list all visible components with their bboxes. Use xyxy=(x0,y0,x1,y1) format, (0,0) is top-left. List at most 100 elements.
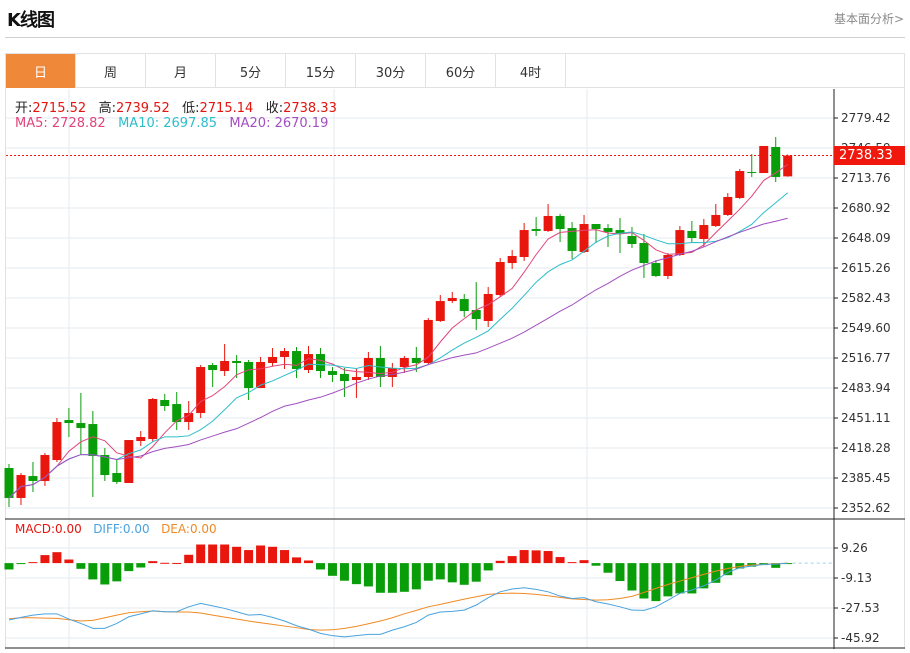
macd-bar xyxy=(124,563,134,572)
candle-up xyxy=(723,196,733,215)
ma5-value: 2728.82 xyxy=(51,116,106,131)
macd-bar xyxy=(256,545,266,564)
low-label: 低: xyxy=(182,101,200,116)
candle-up xyxy=(447,298,457,302)
candle-down xyxy=(4,467,14,498)
macd-info: MACD:0.00 DIFF:0.00 DEA:0.00 xyxy=(15,522,217,536)
high-label: 高: xyxy=(98,101,116,116)
macd-bar xyxy=(627,563,637,591)
candle-up xyxy=(351,376,361,380)
macd-bar xyxy=(136,563,146,568)
price-tick-label: 2418.28 xyxy=(841,441,891,455)
macd-label: MACD: xyxy=(15,522,56,536)
price-tick-label: 2648.09 xyxy=(841,231,891,245)
open-value: 2715.52 xyxy=(32,101,87,116)
candle-up xyxy=(124,440,134,483)
candle-down xyxy=(459,299,469,312)
candle-down xyxy=(88,424,98,457)
macd-bar xyxy=(196,544,206,564)
macd-bar xyxy=(495,560,505,564)
macd-bar xyxy=(363,563,373,587)
macd-bar xyxy=(52,552,62,564)
candle-up xyxy=(148,399,158,440)
macd-bar xyxy=(292,557,302,564)
candle-up xyxy=(507,255,517,264)
ma-info: MA5: 2728.82 MA10: 2697.85 MA20: 2670.19 xyxy=(15,116,328,131)
macd-bar xyxy=(555,557,565,564)
candle-down xyxy=(591,224,601,230)
price-tick-label: 2615.26 xyxy=(841,261,891,275)
dea-value: 0.00 xyxy=(189,522,217,536)
macd-bar xyxy=(579,560,589,564)
price-tick-label: 2516.77 xyxy=(841,351,891,365)
macd-tick-label: 9.26 xyxy=(841,541,868,555)
ma5-label: MA5: xyxy=(15,116,48,131)
candle-down xyxy=(208,365,218,371)
candle-up xyxy=(280,351,290,357)
macd-bar xyxy=(483,563,493,571)
candle-down xyxy=(747,172,757,174)
candle-up xyxy=(435,301,445,321)
dea-label: DEA: xyxy=(161,522,190,536)
candle-down xyxy=(28,476,38,481)
macd-bar xyxy=(567,562,577,564)
price-tick-label: 2680.92 xyxy=(841,201,891,215)
candle-down xyxy=(651,263,661,277)
high-value: 2739.52 xyxy=(115,101,170,116)
price-tick-label: 2713.76 xyxy=(841,170,891,185)
candle-down xyxy=(627,235,637,245)
price-tick-label: 2352.62 xyxy=(841,501,891,515)
macd-bar xyxy=(591,563,601,566)
candle-down xyxy=(531,229,541,231)
price-tick-label: 2779.42 xyxy=(841,111,891,125)
candle-up xyxy=(579,224,589,252)
candle-down xyxy=(64,420,74,424)
price-tick-label: 2549.60 xyxy=(841,321,891,335)
macd-bar xyxy=(339,563,349,581)
candle-up xyxy=(52,422,62,461)
macd-bar xyxy=(64,559,74,564)
candle-up xyxy=(735,171,745,198)
macd-bar xyxy=(148,561,158,564)
price-tick-label: 2451.11 xyxy=(841,411,891,425)
macd-bar xyxy=(543,551,553,564)
price-tick-label: 2385.45 xyxy=(841,471,891,485)
candle-up xyxy=(136,437,146,442)
macd-bar xyxy=(315,563,325,570)
candle-up xyxy=(495,262,505,296)
candle-down xyxy=(555,215,565,230)
macd-tick-label: -9.13 xyxy=(841,570,873,585)
ma20-label: MA20: xyxy=(229,116,271,131)
macd-bar xyxy=(100,563,110,585)
macd-bar xyxy=(387,563,397,593)
ma10-value: 2697.85 xyxy=(163,116,218,131)
macd-bar xyxy=(208,544,218,564)
macd-bar xyxy=(603,563,613,573)
candle-down xyxy=(639,243,649,264)
macd-bar xyxy=(675,563,685,594)
macd-value: 0.00 xyxy=(55,522,82,536)
macd-bar xyxy=(663,563,673,597)
macd-bar xyxy=(651,563,661,602)
macd-bar xyxy=(375,563,385,593)
candle-down xyxy=(76,423,86,428)
ma20-value: 2670.19 xyxy=(274,116,329,131)
macd-bar xyxy=(160,562,170,564)
macd-bar xyxy=(76,563,86,569)
macd-bar xyxy=(232,546,242,564)
macd-tick-label: -27.53 xyxy=(841,601,880,615)
candle-down xyxy=(339,373,349,382)
macd-bar xyxy=(615,563,625,582)
price-tick-label: 2483.94 xyxy=(841,381,891,395)
candle-up xyxy=(711,214,721,227)
ma10-label: MA10: xyxy=(118,116,160,131)
candle-down xyxy=(471,310,481,320)
ohlc-info: 开:2715.52 高:2739.52 低:2715.14 收:2738.33 xyxy=(15,97,337,116)
macd-bar xyxy=(435,563,445,580)
macd-bar xyxy=(88,563,98,580)
candle-down xyxy=(315,354,325,372)
diff-value: 0.00 xyxy=(122,522,150,536)
last-price-tag: 2738.33 xyxy=(834,146,905,165)
macd-bar xyxy=(471,563,481,582)
candle-up xyxy=(220,360,230,372)
